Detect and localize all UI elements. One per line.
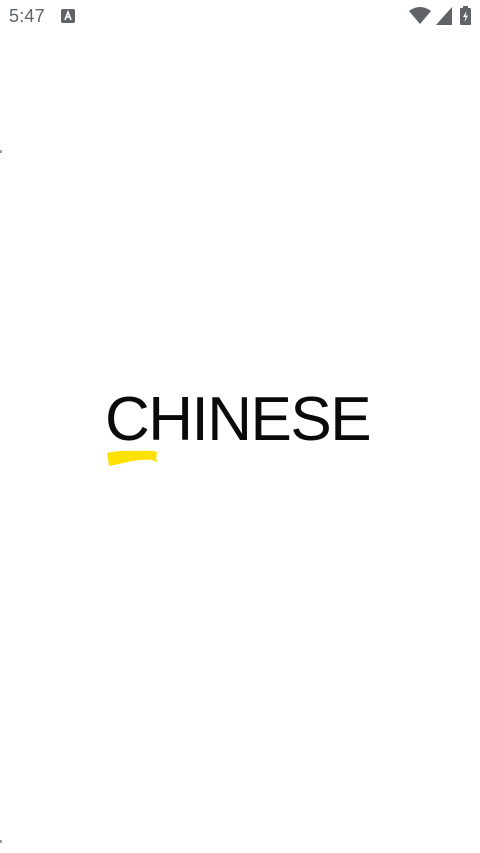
app-logo: CHINESE [105, 388, 375, 472]
wifi-icon [409, 7, 431, 24]
battery-charging-icon [460, 6, 471, 25]
text-a-notification-icon [61, 9, 75, 23]
cell-signal-icon [436, 7, 452, 25]
status-time: 5:47 [9, 6, 45, 26]
edge-mark [0, 840, 2, 843]
logo-text: CHINESE [105, 385, 372, 454]
yellow-brush-underline-icon [107, 450, 158, 466]
status-bar: 5:47 [0, 0, 480, 32]
edge-mark [0, 150, 2, 153]
